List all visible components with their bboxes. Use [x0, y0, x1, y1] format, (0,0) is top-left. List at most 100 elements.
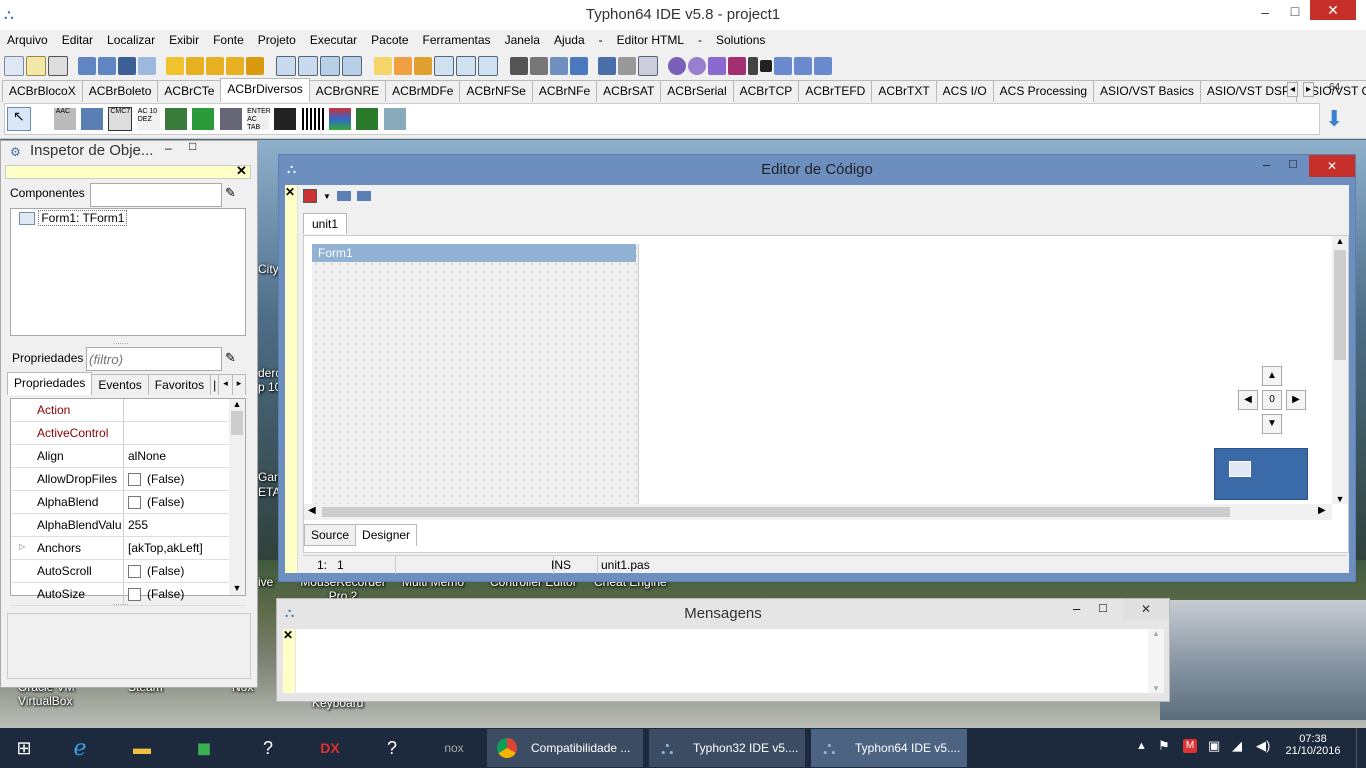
scroll-up-icon[interactable]: ▲ [1148, 629, 1164, 638]
property-row[interactable]: AlphaBlendValu 255 [11, 514, 245, 537]
property-grid-scrollbar[interactable]: ▲ ▼ [229, 399, 245, 595]
calculator-icon[interactable] [81, 108, 104, 130]
property-value[interactable]: (False) [124, 468, 184, 490]
store-icon[interactable]: ◼ [184, 728, 224, 768]
chip-icon[interactable] [165, 108, 188, 130]
property-row[interactable]: Align alNone [11, 445, 245, 468]
aac-icon[interactable]: AAC [53, 108, 76, 130]
property-value[interactable] [124, 422, 128, 444]
form1-preview[interactable]: Form1 [312, 244, 639, 504]
validator-icon[interactable] [192, 108, 215, 130]
view-units-icon[interactable] [276, 56, 296, 76]
task-chrome[interactable]: Compatibilidade ... [487, 729, 643, 767]
scissors-icon[interactable] [618, 57, 636, 75]
scroll-down-icon[interactable]: ▼ [1148, 684, 1164, 693]
find-icon[interactable] [138, 57, 156, 75]
checkbox[interactable] [128, 565, 141, 579]
pointer-icon[interactable]: ↖ [7, 107, 31, 131]
messages-minimize-button[interactable]: – [1073, 601, 1080, 616]
tabs-scroll-right-icon[interactable]: ▸ [1303, 82, 1315, 97]
scroll-up-icon[interactable]: ▲ [1332, 236, 1348, 246]
checkbox[interactable] [128, 473, 141, 487]
help-icon[interactable]: ? [248, 728, 288, 768]
extenso-icon[interactable]: AC 10 DEZ [137, 108, 160, 130]
menu-exibir[interactable]: Exibir [162, 30, 206, 50]
tab-scroll-left-icon[interactable]: ◂ [218, 374, 233, 395]
property-row[interactable]: ActiveControl [11, 422, 245, 445]
property-row[interactable]: AutoScroll (False) [11, 560, 245, 583]
gear-icon[interactable] [668, 57, 686, 75]
tab-asio-vst-basics[interactable]: ASIO/VST Basics [1093, 80, 1201, 102]
nox-icon[interactable]: nox [434, 728, 474, 768]
task-typhon64[interactable]: ⛬ Typhon64 IDE v5.... [811, 729, 967, 767]
step-into-icon[interactable] [774, 57, 792, 75]
tab-acbrtcp[interactable]: ACBrTCP [732, 80, 800, 102]
chevron-down-icon[interactable]: ▼ [323, 192, 331, 201]
page-icon[interactable] [434, 56, 454, 76]
down-arrow-icon[interactable]: ⬇ [1325, 108, 1347, 130]
run-icon[interactable] [708, 57, 726, 75]
tree-item-form1[interactable]: Form1: TForm1 [19, 210, 128, 226]
nav-down-icon[interactable]: ▼ [1262, 414, 1282, 434]
menu-executar[interactable]: Executar [303, 30, 364, 50]
property-filter-input[interactable] [86, 347, 222, 371]
task-typhon32[interactable]: ⛬ Typhon32 IDE v5.... [649, 729, 805, 767]
tab-acbrblocox[interactable]: ACBrBlocoX [2, 80, 83, 102]
tab-acbrnfse[interactable]: ACBrNFSe [459, 80, 533, 102]
package-find-icon[interactable] [226, 57, 244, 75]
nav-right-icon[interactable]: ▶ [1286, 390, 1306, 410]
antivirus-icon[interactable]: M [1183, 739, 1197, 753]
close-button[interactable]: ✕ [1310, 0, 1356, 20]
scroll-thumb[interactable] [322, 507, 1230, 517]
minimize-button[interactable]: – [1250, 2, 1280, 22]
tab-acbrtxt[interactable]: ACBrTXT [871, 80, 937, 102]
pages-icon[interactable] [456, 56, 476, 76]
filter-clear-icon[interactable]: ✎ [225, 185, 236, 201]
tab-eventos[interactable]: Eventos [91, 374, 149, 395]
minimap[interactable] [1214, 448, 1308, 500]
help-bell-icon[interactable]: ? [372, 728, 412, 768]
tab-acbrtefd[interactable]: ACBrTEFD [798, 80, 873, 102]
menu-solutions[interactable]: Solutions [709, 30, 772, 50]
tab-acbrboleto[interactable]: ACBrBoleto [81, 80, 159, 102]
build-icon[interactable] [550, 57, 568, 75]
messages-list[interactable] [296, 629, 1148, 693]
property-value[interactable]: (False) [124, 583, 184, 605]
device-icon[interactable]: ▣ [1208, 738, 1220, 754]
new-form-icon[interactable] [48, 56, 68, 76]
componentes-search-input[interactable] [90, 183, 222, 207]
menu-editar[interactable]: Editar [55, 30, 100, 50]
nav-left-icon[interactable]: ◀ [1238, 390, 1258, 410]
maximize-button[interactable]: □ [1280, 1, 1310, 21]
step-out-icon[interactable] [814, 57, 832, 75]
editor-minimize-button[interactable]: – [1263, 157, 1270, 172]
tab-acs-processing[interactable]: ACS Processing [992, 80, 1095, 102]
tab-acbrnfe[interactable]: ACBrNFe [531, 80, 598, 102]
volume-icon[interactable]: ◀) [1256, 738, 1270, 754]
internet-explorer-icon[interactable]: ℯ [60, 728, 100, 768]
view-forms-icon[interactable] [298, 56, 318, 76]
property-value[interactable] [124, 399, 128, 421]
menu-arquivo[interactable]: Arquivo [0, 30, 55, 50]
tab-acs-io[interactable]: ACS I/O [935, 80, 994, 102]
jump-back-icon[interactable] [336, 191, 351, 201]
tab-acbrserial[interactable]: ACBrSerial [660, 80, 734, 102]
package-open-icon[interactable] [186, 57, 204, 75]
flag-icon[interactable]: ⚑ [1158, 738, 1170, 754]
toggle-form-icon[interactable] [320, 56, 340, 76]
step-over-icon[interactable] [794, 57, 812, 75]
tab-asio-vst-dsp[interactable]: ASIO/VST DSP [1199, 80, 1297, 102]
compare-icon[interactable] [478, 56, 498, 76]
checkbox[interactable] [128, 588, 141, 602]
tools2-icon[interactable] [414, 57, 432, 75]
scroll-up-icon[interactable]: ▲ [229, 399, 245, 409]
window-icon[interactable] [598, 57, 616, 75]
tab-acbrgnre[interactable]: ACBrGNRE [308, 80, 387, 102]
open-recent-icon[interactable] [98, 57, 116, 75]
canvas-vertical-scrollbar[interactable]: ▲ ▼ [1332, 236, 1348, 504]
scroll-down-icon[interactable]: ▼ [1332, 494, 1348, 504]
copy-icon[interactable] [342, 56, 362, 76]
pause-icon[interactable] [748, 57, 758, 75]
tab-unit1[interactable]: unit1 [303, 213, 348, 234]
edit-icon[interactable] [374, 57, 392, 75]
